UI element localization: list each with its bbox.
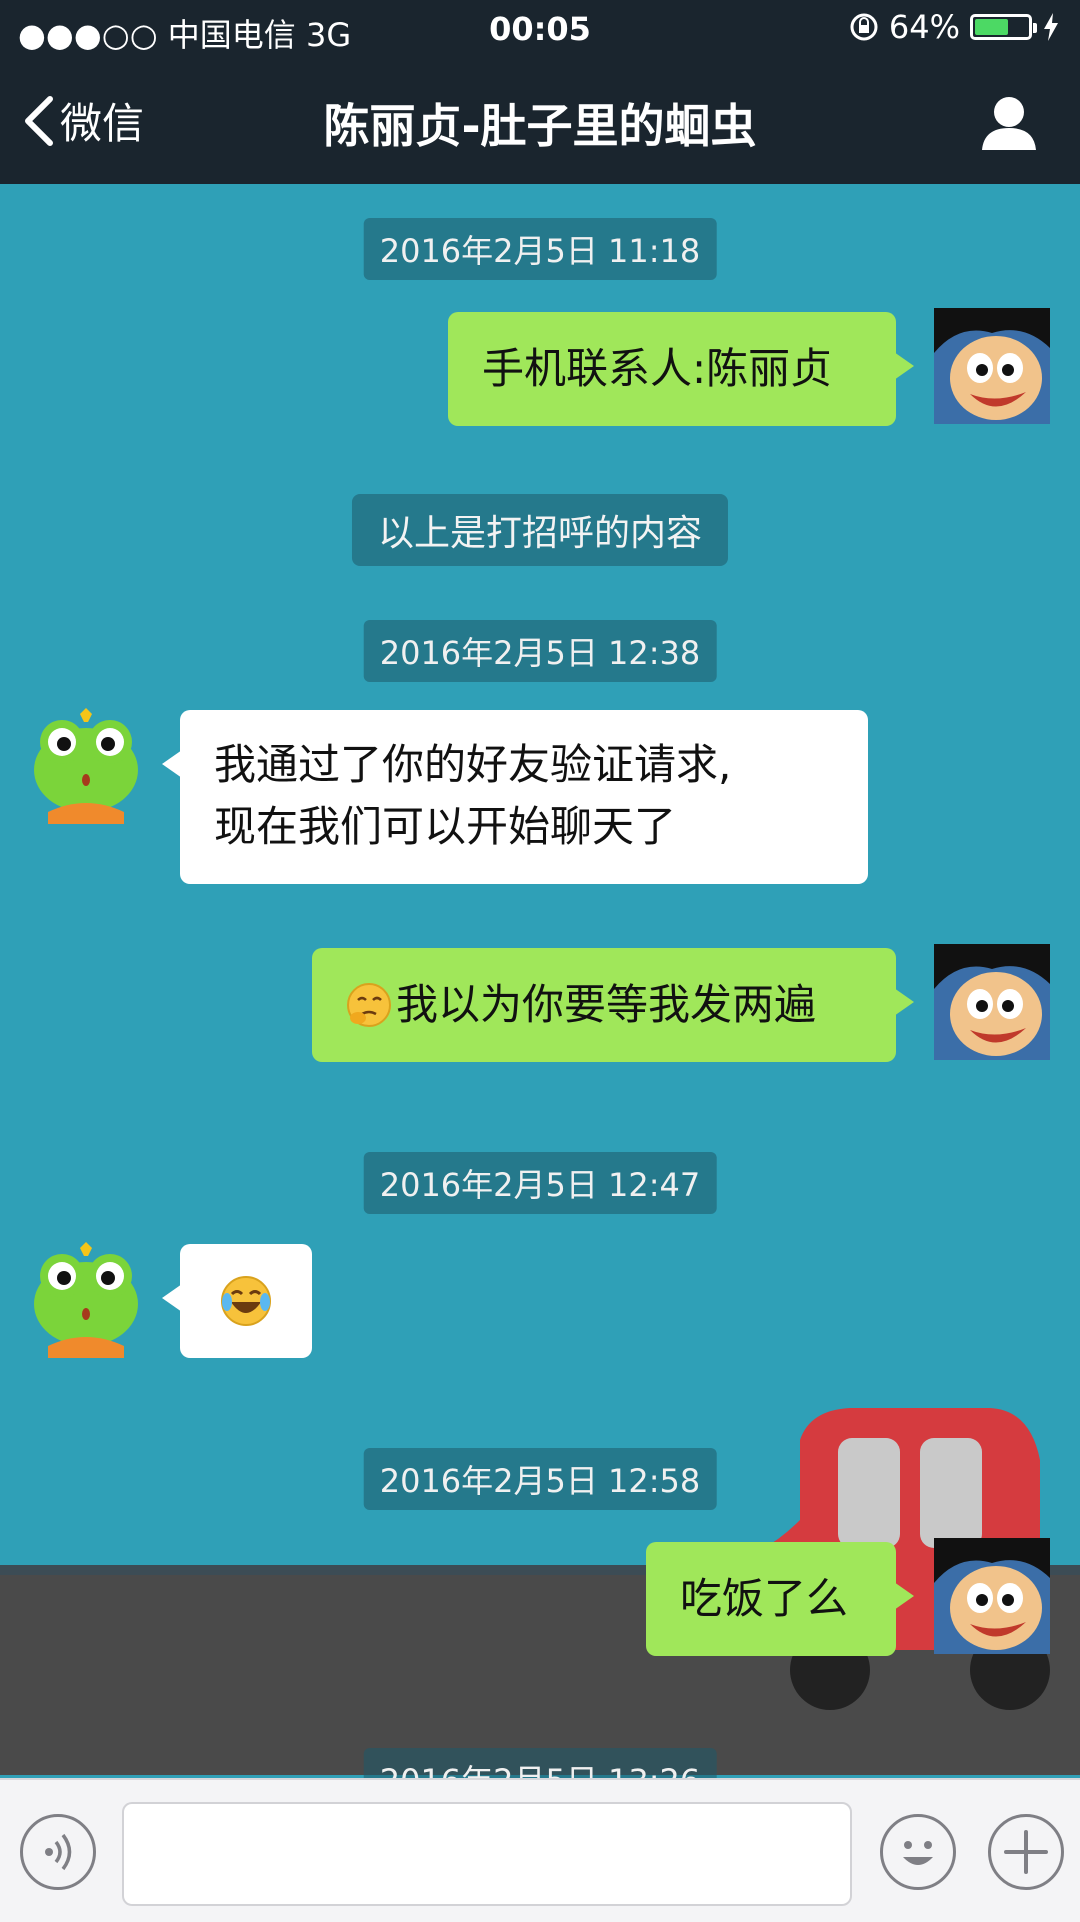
message-text: 手机联系人:陈丽贞: [482, 344, 833, 393]
status-right: 64%: [849, 8, 1060, 46]
avatar-contact[interactable]: [28, 708, 144, 824]
avatar-contact[interactable]: [28, 1242, 144, 1358]
message-input[interactable]: [122, 1802, 852, 1906]
timestamp: 2016年2月5日 11:18: [363, 218, 717, 280]
status-bar: ●●●○○ 中国电信 3G 00:05 64%: [0, 0, 1080, 60]
message-bubble-incoming[interactable]: [162, 1244, 312, 1358]
avatar-self-image: [934, 308, 1050, 424]
input-bar: [0, 1778, 1080, 1922]
avatar-self[interactable]: [934, 308, 1050, 424]
chat-screen: ●●●○○ 中国电信 3G 00:05 64% 微信 陈丽贞-肚子里的蛔虫 20…: [0, 0, 1080, 1922]
avatar-contact-image: [28, 708, 144, 824]
message-text-line: 现在我们可以开始聊天了: [214, 802, 677, 851]
avatar-self-image: [934, 1538, 1050, 1654]
more-button[interactable]: [988, 1814, 1064, 1890]
battery-percent: 64%: [888, 8, 960, 46]
message-bubble-outgoing[interactable]: 吃饭了么: [646, 1542, 914, 1656]
profile-icon[interactable]: [980, 94, 1038, 150]
timestamp: 2016年2月5日 12:38: [363, 620, 717, 682]
voice-icon: [45, 1833, 72, 1871]
chat-title: 陈丽贞-肚子里的蛔虫: [323, 99, 757, 153]
rotation-lock-icon: [850, 13, 878, 41]
avatar-self[interactable]: [934, 1538, 1050, 1654]
avatar-self-image: [934, 944, 1050, 1060]
message-text: 我以为你要等我发两遍: [396, 980, 817, 1029]
message-bubble-outgoing[interactable]: 手机联系人:陈丽贞: [448, 312, 914, 426]
battery-fill: [975, 19, 1008, 35]
battery-icon: [970, 14, 1037, 40]
thinking-emoji-icon: [347, 983, 391, 1027]
message-bubble-outgoing[interactable]: 我以为你要等我发两遍: [312, 948, 914, 1062]
avatar-self[interactable]: [934, 944, 1050, 1060]
voice-button[interactable]: [20, 1814, 96, 1890]
timestamp: 2016年2月5日 12:58: [363, 1448, 717, 1510]
emoji-icon: [903, 1841, 933, 1865]
message-text: 吃饭了么: [680, 1574, 849, 1623]
top-bar: ●●●○○ 中国电信 3G 00:05 64% 微信 陈丽贞-肚子里的蛔虫: [0, 0, 1080, 184]
avatar-contact-image: [28, 1242, 144, 1358]
charging-bolt-icon: [1044, 13, 1058, 41]
timestamp: 2016年2月5日 12:47: [363, 1152, 717, 1214]
system-message: 以上是打招呼的内容: [351, 494, 729, 566]
plus-icon: [1004, 1830, 1048, 1874]
laughing-tears-emoji-icon: [221, 1276, 271, 1326]
navigation-bar: 微信 陈丽贞-肚子里的蛔虫: [0, 60, 1080, 184]
message-text-line: 我通过了你的好友验证请求,: [214, 740, 732, 789]
emoji-button[interactable]: [880, 1814, 956, 1890]
message-bubble-incoming[interactable]: 我通过了你的好友验证请求, 现在我们可以开始聊天了: [162, 710, 868, 884]
